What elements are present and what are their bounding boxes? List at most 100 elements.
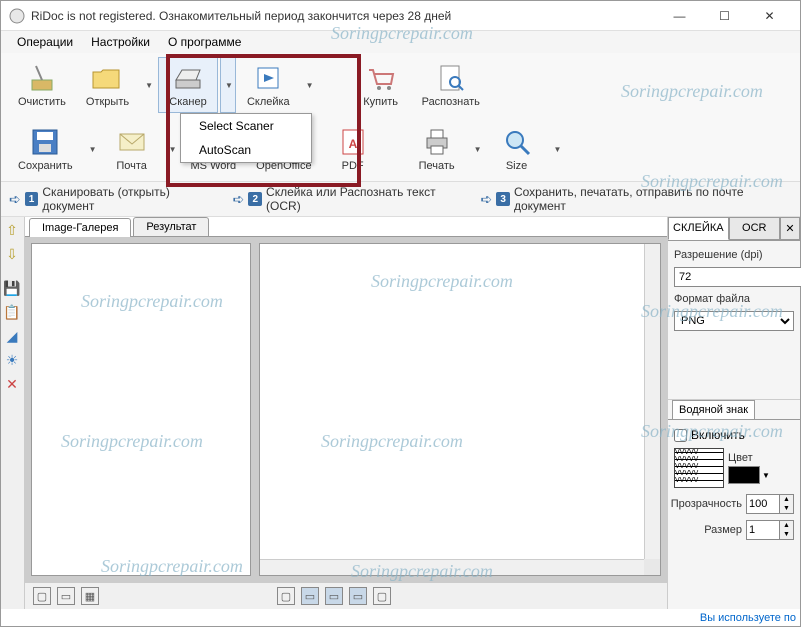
- rotate-icon[interactable]: ◢: [3, 327, 21, 345]
- steps-bar: ➪ 1 Сканировать (открыть) документ ➪ 2 С…: [1, 181, 800, 217]
- size-spinner[interactable]: ▲▼: [746, 520, 794, 540]
- watermark-section: Водяной знак Включить VVVVVVVVVVVVVVVVVV…: [668, 399, 800, 548]
- spin-down-icon[interactable]: ▼: [780, 504, 793, 513]
- tab-result[interactable]: Результат: [133, 217, 209, 236]
- step-text: Сохранить, печатать, отправить по почте …: [514, 185, 792, 213]
- tab-ocr[interactable]: OCR: [729, 217, 780, 240]
- arrow-down-icon[interactable]: ⇩: [3, 245, 21, 263]
- nav-next-icon[interactable]: ▭: [349, 587, 367, 605]
- brightness-icon[interactable]: ☀: [3, 351, 21, 369]
- step-3: ➪ 3 Сохранить, печатать, отправить по по…: [481, 185, 792, 213]
- resolution-input[interactable]: [674, 267, 801, 287]
- format-label: Формат файла: [674, 293, 794, 305]
- nav-last-icon[interactable]: ▢: [373, 587, 391, 605]
- status-link[interactable]: Вы используете по: [700, 612, 796, 624]
- view-grid-icon[interactable]: ▦: [81, 587, 99, 605]
- transparency-spinner[interactable]: ▲▼: [746, 494, 794, 514]
- nav-page-icon[interactable]: ▭: [325, 587, 343, 605]
- chevron-down-icon[interactable]: ▼: [760, 471, 772, 480]
- size-label: Size: [506, 160, 527, 172]
- stitch-button[interactable]: Склейка: [238, 57, 299, 113]
- open-button[interactable]: Открыть: [77, 57, 138, 113]
- autoscan-item[interactable]: AutoScan: [181, 138, 311, 162]
- clipboard-icon[interactable]: 📋: [3, 303, 21, 321]
- color-swatch[interactable]: [728, 466, 760, 484]
- size-input[interactable]: [747, 521, 779, 539]
- save-dropdown[interactable]: ▼: [84, 121, 100, 177]
- save-tool-icon[interactable]: 💾: [3, 279, 21, 297]
- transparency-label: Прозрачность: [671, 498, 742, 510]
- view-double-icon[interactable]: ▭: [57, 587, 75, 605]
- scanner-dropdown-btn[interactable]: ▼: [220, 57, 236, 113]
- scrollbar-corner: [644, 559, 660, 575]
- pdf-button[interactable]: A PDF: [323, 121, 383, 177]
- watermark-enable-row[interactable]: Включить: [674, 428, 794, 442]
- scanner-dropdown-menu: Select Scaner AutoScan: [180, 113, 312, 163]
- menu-about[interactable]: О программе: [160, 33, 249, 51]
- save-label: Сохранить: [18, 160, 73, 172]
- format-select[interactable]: PNG: [674, 311, 794, 331]
- side-tabs: СКЛЕЙКА OCR ✕: [668, 217, 800, 241]
- close-button[interactable]: ✕: [747, 2, 792, 30]
- tab-image-gallery[interactable]: Image-Галерея: [29, 218, 131, 237]
- maximize-button[interactable]: ☐: [702, 2, 747, 30]
- view-single-icon[interactable]: ▢: [33, 587, 51, 605]
- side-panel-close[interactable]: ✕: [780, 217, 800, 240]
- nav-prev-icon[interactable]: ▭: [301, 587, 319, 605]
- panels-container: [25, 237, 667, 582]
- arrow-up-icon[interactable]: ⇧: [3, 221, 21, 239]
- menu-settings[interactable]: Настройки: [83, 33, 158, 51]
- spin-up-icon[interactable]: ▲: [780, 495, 793, 504]
- select-scanner-item[interactable]: Select Scaner: [181, 114, 311, 138]
- nav-first-icon[interactable]: ▢: [277, 587, 295, 605]
- page-find-icon: [435, 62, 467, 94]
- scanner-button[interactable]: Сканер: [158, 57, 218, 113]
- buy-button[interactable]: Купить: [351, 57, 411, 113]
- buy-label: Купить: [363, 96, 398, 108]
- save-button[interactable]: Сохранить: [9, 121, 82, 177]
- side-panel: СКЛЕЙКА OCR ✕ Разрешение (dpi) … Формат …: [668, 217, 800, 609]
- spin-down-icon[interactable]: ▼: [780, 530, 793, 539]
- print-button[interactable]: Печать: [407, 121, 467, 177]
- mail-button[interactable]: Почта: [102, 121, 162, 177]
- size-button[interactable]: Size: [487, 121, 547, 177]
- pattern-preview[interactable]: VVVVVVVVVVVVVVVVVVVVVVVVV: [674, 448, 724, 488]
- arrow-right-icon: ➪: [233, 191, 245, 208]
- watermark-enable-checkbox[interactable]: [674, 429, 687, 442]
- scrollbar-horizontal[interactable]: [260, 559, 644, 575]
- scrollbar-vertical[interactable]: [644, 244, 660, 559]
- recognize-button[interactable]: Распознать: [413, 57, 489, 113]
- titlebar: RiDoc is not registered. Ознакомительный…: [1, 1, 800, 31]
- mail-label: Почта: [116, 160, 147, 172]
- clear-button[interactable]: Очистить: [9, 57, 75, 113]
- broom-icon: [26, 62, 58, 94]
- spin-up-icon[interactable]: ▲: [780, 521, 793, 530]
- mail-icon: [116, 126, 148, 158]
- minimize-button[interactable]: —: [657, 2, 702, 30]
- watermark-tab[interactable]: Водяной знак: [672, 400, 755, 419]
- print-dropdown[interactable]: ▼: [469, 121, 485, 177]
- step-number: 1: [25, 192, 39, 206]
- printer-icon: [421, 126, 453, 158]
- svg-text:A: A: [348, 137, 357, 151]
- left-tool-strip: ⇧ ⇩ 💾 📋 ◢ ☀ ✕: [1, 217, 25, 609]
- pdf-icon: A: [337, 126, 369, 158]
- stitch-dropdown[interactable]: ▼: [301, 57, 317, 113]
- delete-icon[interactable]: ✕: [3, 375, 21, 393]
- open-dropdown[interactable]: ▼: [140, 57, 156, 113]
- stitch-label: Склейка: [247, 96, 290, 108]
- mail-dropdown[interactable]: ▼: [164, 121, 180, 177]
- size-dropdown[interactable]: ▼: [549, 121, 565, 177]
- step-2: ➪ 2 Склейка или Распознать текст (OCR): [233, 185, 469, 213]
- color-label: Цвет: [728, 452, 772, 464]
- step-number: 2: [248, 192, 262, 206]
- resolution-label: Разрешение (dpi): [674, 249, 794, 261]
- tab-stitch[interactable]: СКЛЕЙКА: [668, 217, 729, 240]
- clear-label: Очистить: [18, 96, 66, 108]
- watermark-enable-label: Включить: [691, 428, 745, 442]
- transparency-input[interactable]: [747, 495, 779, 513]
- center-column: Image-Галерея Результат ▢ ▭ ▦ ▢ ▭ ▭ ▭ ▢: [25, 217, 668, 609]
- menu-operations[interactable]: Операции: [9, 33, 81, 51]
- arrow-right-icon: ➪: [9, 191, 21, 208]
- titlebar-text: RiDoc is not registered. Ознакомительный…: [31, 9, 657, 23]
